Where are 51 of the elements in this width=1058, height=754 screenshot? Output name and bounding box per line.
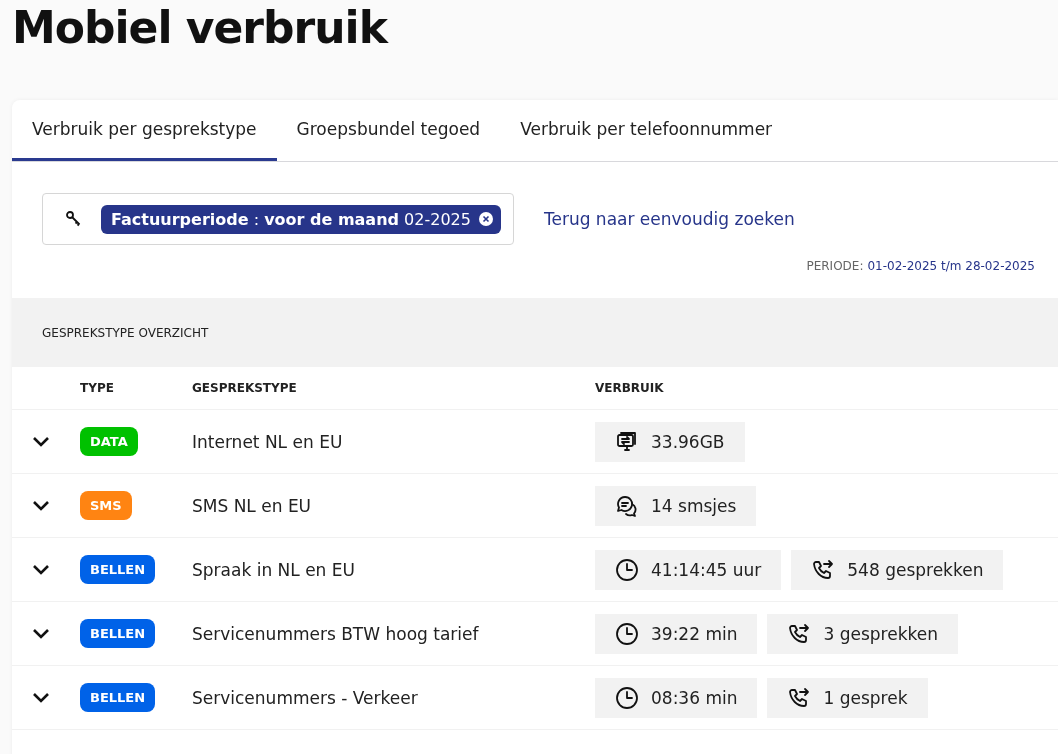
usage-pill: 33.96GB [595,421,745,462]
expand-toggle[interactable] [32,435,50,448]
type-badge: SMS [80,491,132,520]
clock-icon [615,685,639,710]
page-title: Mobiel verbruik [11,1,390,55]
call-type: Servicenummers - Verkeer [192,687,419,708]
type-badge: BELLEN [80,555,156,584]
call-type: SMS NL en EU [192,495,313,516]
monitor-icon [615,429,639,454]
usage-pill: 1 gesprek [767,677,928,718]
close-icon[interactable] [478,212,493,226]
chevron-icon [32,691,50,704]
expand-toggle[interactable] [32,563,50,576]
type-badge: DATA [80,427,138,456]
call-type: Internet NL en EU [192,431,344,452]
usage-pill: 3 gesprekken [767,613,958,654]
usage-pill: 548 gesprekken [791,549,1004,590]
key-icon [65,210,83,228]
type-badge: BELLEN [80,683,156,712]
column-header: VERBRUIK [595,381,665,395]
section-title: GESPREKSTYPE OVERZICHT [42,325,209,340]
chevron-icon [32,499,50,512]
phone-arrow-icon [811,557,836,582]
filter-chip[interactable]: Factuurperiode : voor de maand 02-2025 [101,204,501,234]
expand-toggle[interactable] [32,627,50,640]
tab[interactable]: Verbruik per telefoonnummer [500,100,793,161]
tab[interactable]: Groepsbundel tegoed [276,100,501,161]
expand-toggle[interactable] [32,691,50,704]
phone-arrow-icon [787,621,812,646]
chevron-icon [32,627,50,640]
phone-arrow-icon [787,685,812,710]
call-type: Servicenummers BTW hoog tarief [192,623,480,644]
period-value: 01-02-2025 t/m 28-02-2025 [867,259,1035,275]
usage-pill: 08:36 min [595,677,758,718]
period-label: PERIODE: [806,259,864,275]
search-field[interactable]: Factuurperiode : voor de maand 02-2025 [42,193,514,245]
usage-pill: 14 smsjes [595,485,757,526]
usage-pill: 39:22 min [595,613,758,654]
chevron-icon [32,563,50,576]
simple-search-link[interactable]: Terug naar eenvoudig zoeken [543,209,795,229]
clock-icon [615,621,639,646]
usage-pill: 41:14:45 uur [595,549,782,590]
call-type: Spraak in NL en EU [192,559,356,580]
column-header: GESPREKSTYPE [192,381,298,395]
expand-toggle[interactable] [32,499,50,512]
tab[interactable]: Verbruik per gesprekstype [12,100,277,161]
clock-icon [615,557,639,582]
column-header: TYPE [80,381,115,395]
chat-icon [615,493,639,518]
type-badge: BELLEN [80,619,156,648]
chevron-icon [32,435,50,448]
